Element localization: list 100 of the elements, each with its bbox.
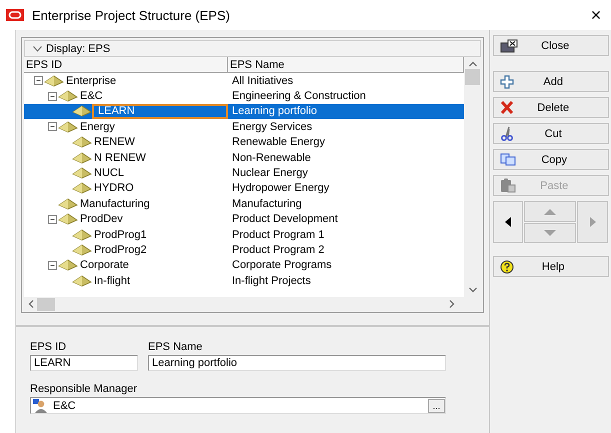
eps-name: Hydropower Energy bbox=[231, 182, 330, 194]
eps-node-icon bbox=[72, 228, 92, 241]
tree-row[interactable]: Energy Energy Services bbox=[24, 119, 464, 135]
copy-icon bbox=[500, 153, 516, 166]
eps-name: In-flight Projects bbox=[231, 274, 312, 287]
up-arrow-icon bbox=[543, 208, 558, 216]
scroll-left-icon[interactable] bbox=[28, 300, 34, 308]
tree-row[interactable]: HYDRO Hydropower Energy bbox=[24, 180, 464, 196]
right-arrow-icon bbox=[588, 216, 597, 228]
field-label: EPS Name bbox=[148, 341, 204, 353]
collapse-caret-icon bbox=[33, 46, 42, 52]
scissors-icon bbox=[500, 126, 514, 141]
copy-button[interactable]: Copy bbox=[493, 149, 610, 170]
tree-row[interactable]: N RENEW Non-Renewable bbox=[24, 150, 464, 166]
field-label: Responsible Manager bbox=[30, 383, 138, 395]
cut-button[interactable]: Cut bbox=[493, 123, 610, 144]
eps-node-icon bbox=[72, 152, 92, 164]
close-window-icon bbox=[500, 38, 518, 52]
collapse-icon[interactable] bbox=[34, 76, 43, 86]
tree-row[interactable]: E&C Engineering & Construction bbox=[24, 88, 464, 104]
display-label[interactable]: Display: EPS bbox=[46, 42, 110, 54]
eps-id: E&C bbox=[79, 90, 104, 102]
eps-node-icon bbox=[58, 213, 78, 226]
scroll-up-icon[interactable] bbox=[468, 61, 477, 67]
eps-id: Energy bbox=[79, 120, 116, 133]
eps-name: Product Program 1 bbox=[231, 228, 326, 241]
tree-row[interactable]: In-flight In-flight Projects bbox=[24, 273, 464, 288]
eps-id: N RENEW bbox=[93, 152, 147, 164]
tree-row[interactable]: Manufacturing Manufacturing bbox=[24, 196, 464, 212]
eps-name: Product Development bbox=[231, 213, 339, 226]
eps-name: Learning portfolio bbox=[231, 105, 318, 118]
eps-id: ProdProg2 bbox=[93, 244, 148, 256]
move-left-button[interactable] bbox=[493, 201, 524, 243]
eps-id: RENEW bbox=[93, 136, 136, 148]
tree-row[interactable]: LEARN Learning portfolio bbox=[24, 104, 464, 120]
eps-id: Manufacturing bbox=[79, 198, 151, 210]
eps-id: NUCL bbox=[93, 167, 125, 180]
manager-value: E&C bbox=[53, 400, 76, 412]
eps-name: All Initiatives bbox=[231, 74, 294, 87]
app-logo-icon bbox=[6, 9, 24, 21]
eps-name: Manufacturing bbox=[231, 198, 303, 210]
tree-row[interactable]: Corporate Corporate Programs bbox=[24, 258, 464, 274]
add-button[interactable]: Add bbox=[493, 71, 610, 92]
left-arrow-icon bbox=[504, 216, 512, 228]
eps-node-icon bbox=[58, 90, 78, 102]
eps-name: Renewable Energy bbox=[231, 136, 326, 148]
eps-node-icon bbox=[72, 167, 92, 180]
scroll-right-icon[interactable] bbox=[449, 300, 456, 308]
help-icon bbox=[500, 260, 514, 274]
field-label: EPS ID bbox=[30, 341, 68, 353]
scroll-down-icon[interactable] bbox=[468, 287, 477, 293]
tree-row[interactable]: ProdDev Product Development bbox=[24, 212, 464, 227]
tree-row[interactable]: ProdProg1 Product Program 1 bbox=[24, 226, 464, 242]
eps-id: Corporate bbox=[79, 259, 130, 272]
scroll-thumb[interactable] bbox=[37, 298, 55, 310]
eps-name: Energy Services bbox=[231, 120, 314, 133]
clipboard-icon bbox=[500, 178, 516, 193]
eps-id: ProdDev bbox=[79, 213, 124, 226]
close-button[interactable]: × bbox=[581, 4, 611, 26]
eps-node-icon bbox=[58, 198, 78, 210]
eps-id-field[interactable]: LEARN bbox=[30, 355, 138, 371]
plus-icon bbox=[500, 74, 514, 88]
delete-icon bbox=[500, 101, 514, 114]
eps-node-icon bbox=[72, 182, 92, 194]
scroll-thumb[interactable] bbox=[465, 69, 480, 85]
collapse-icon[interactable] bbox=[48, 92, 57, 101]
delete-button[interactable]: Delete bbox=[493, 97, 610, 118]
eps-id: ProdProg1 bbox=[93, 228, 148, 241]
eps-name: Nuclear Energy bbox=[231, 167, 309, 180]
eps-node-icon bbox=[72, 244, 92, 256]
column-header[interactable]: EPS ID bbox=[24, 57, 228, 72]
help-button[interactable]: Help bbox=[493, 256, 610, 277]
eps-node-icon bbox=[58, 259, 78, 272]
eps-id: In-flight bbox=[93, 274, 132, 287]
collapse-icon[interactable] bbox=[48, 260, 57, 270]
close-button[interactable]: Close bbox=[493, 35, 610, 56]
browse-button[interactable]: ... bbox=[428, 398, 445, 412]
tree-row[interactable]: RENEW Renewable Energy bbox=[24, 134, 464, 150]
collapse-icon[interactable] bbox=[48, 122, 57, 132]
eps-node-icon bbox=[58, 120, 78, 133]
eps-name: Product Program 2 bbox=[231, 244, 326, 256]
eps-node-icon bbox=[44, 74, 64, 87]
eps-name-field[interactable]: Learning portfolio bbox=[148, 355, 446, 371]
person-icon bbox=[33, 398, 49, 412]
eps-node-icon bbox=[72, 136, 92, 148]
collapse-icon[interactable] bbox=[48, 214, 57, 224]
eps-id: Enterprise bbox=[65, 74, 118, 87]
tree-row[interactable]: ProdProg2 Product Program 2 bbox=[24, 242, 464, 258]
manager-field[interactable]: E&C ... bbox=[30, 397, 446, 414]
eps-node-icon bbox=[72, 105, 92, 118]
eps-name: Engineering & Construction bbox=[231, 90, 367, 102]
eps-name: Non-Renewable bbox=[231, 152, 312, 164]
down-arrow-icon bbox=[543, 229, 558, 237]
tree-row[interactable]: Enterprise All Initiatives bbox=[24, 73, 464, 88]
tree-row[interactable]: NUCL Nuclear Energy bbox=[24, 165, 464, 181]
window-title: Enterprise Project Structure (EPS) bbox=[32, 8, 230, 22]
eps-id: LEARN bbox=[92, 104, 228, 120]
eps-name: Corporate Programs bbox=[231, 259, 333, 272]
eps-id: HYDRO bbox=[93, 182, 135, 194]
eps-node-icon bbox=[72, 274, 92, 287]
